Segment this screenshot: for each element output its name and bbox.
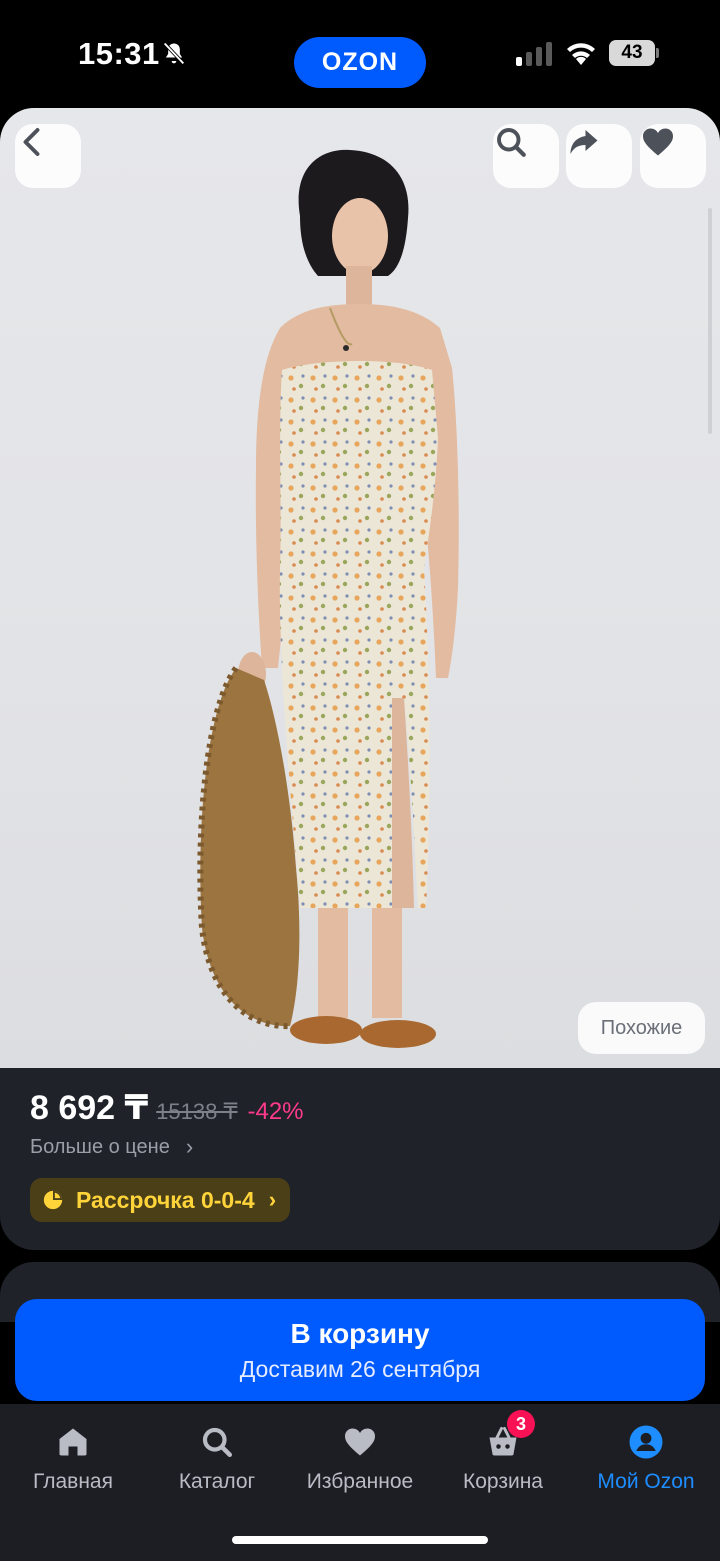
- discount-badge: -42%: [247, 1098, 304, 1125]
- heart-icon: [643, 128, 673, 156]
- tab-catalog-label: Каталог: [178, 1470, 256, 1493]
- tab-my-ozon[interactable]: Мой Ozon: [574, 1424, 718, 1494]
- tab-favorites-label: Избранное: [306, 1470, 414, 1493]
- add-to-cart-button[interactable]: В корзину Доставим 26 сентября: [15, 1299, 705, 1401]
- cart-count-badge: 3: [507, 1410, 535, 1438]
- home-icon: [59, 1428, 87, 1456]
- tab-cart-label: Корзина: [463, 1470, 543, 1493]
- status-time: 15:31: [78, 36, 160, 71]
- home-indicator: [232, 1536, 488, 1544]
- pie-chart-icon: [43, 1190, 63, 1210]
- status-bar: 15:31 OZON 43: [0, 0, 720, 108]
- back-icon: [23, 128, 40, 156]
- tab-favorites[interactable]: Избранное: [288, 1424, 432, 1494]
- chevron-right-icon: ›: [185, 1134, 194, 1159]
- search-icon: [202, 1427, 232, 1457]
- wifi-icon: [567, 43, 595, 65]
- tab-cart[interactable]: 3 Корзина: [431, 1410, 575, 1494]
- bell-off-icon: [163, 42, 185, 65]
- product-photo[interactable]: Похожие: [0, 108, 720, 1068]
- tab-catalog[interactable]: Каталог: [145, 1424, 289, 1494]
- old-price: 15138 ₸: [156, 1099, 238, 1124]
- share-button[interactable]: [566, 124, 632, 188]
- photo-scroll-indicator: [708, 208, 712, 434]
- tab-my-ozon-label: Мой Ozon: [597, 1470, 695, 1493]
- floral-dress-photo: [197, 149, 459, 1048]
- price-details-label: Больше о цене: [30, 1135, 170, 1158]
- price-details-link[interactable]: Больше о цене ›: [30, 1134, 193, 1160]
- profile-icon: [629, 1425, 663, 1459]
- heart-icon: [345, 1428, 375, 1456]
- battery-level: 43: [609, 40, 655, 66]
- ozon-logo[interactable]: OZON: [294, 37, 426, 88]
- bottom-tab-bar: Главная Каталог Избранное 3 Корзина Мой …: [0, 1404, 720, 1561]
- signal-icon: [516, 42, 552, 66]
- back-button[interactable]: [15, 124, 81, 188]
- delivery-date-label: Доставим 26 сентября: [239, 1355, 481, 1382]
- battery-icon: 43: [609, 40, 659, 66]
- current-price: 8 692 ₸: [30, 1089, 149, 1127]
- tab-home[interactable]: Главная: [1, 1424, 145, 1494]
- product-card: Похожие 8 692 ₸ 15138 ₸ -42% Больше о це…: [0, 108, 720, 1250]
- price-row: 8 692 ₸ 15138 ₸ -42%: [30, 1088, 304, 1128]
- search-button[interactable]: [493, 124, 559, 188]
- share-icon: [570, 130, 598, 154]
- installment-label: Рассрочка 0-0-4: [76, 1186, 255, 1213]
- add-to-cart-label: В корзину: [290, 1317, 430, 1349]
- similar-button[interactable]: Похожие: [578, 1002, 705, 1054]
- tab-home-label: Главная: [33, 1470, 113, 1493]
- favorite-button[interactable]: [640, 124, 706, 188]
- search-icon: [497, 128, 526, 157]
- installment-button[interactable]: Рассрочка 0-0-4 ›: [30, 1178, 291, 1222]
- chevron-right-icon: ›: [268, 1187, 277, 1212]
